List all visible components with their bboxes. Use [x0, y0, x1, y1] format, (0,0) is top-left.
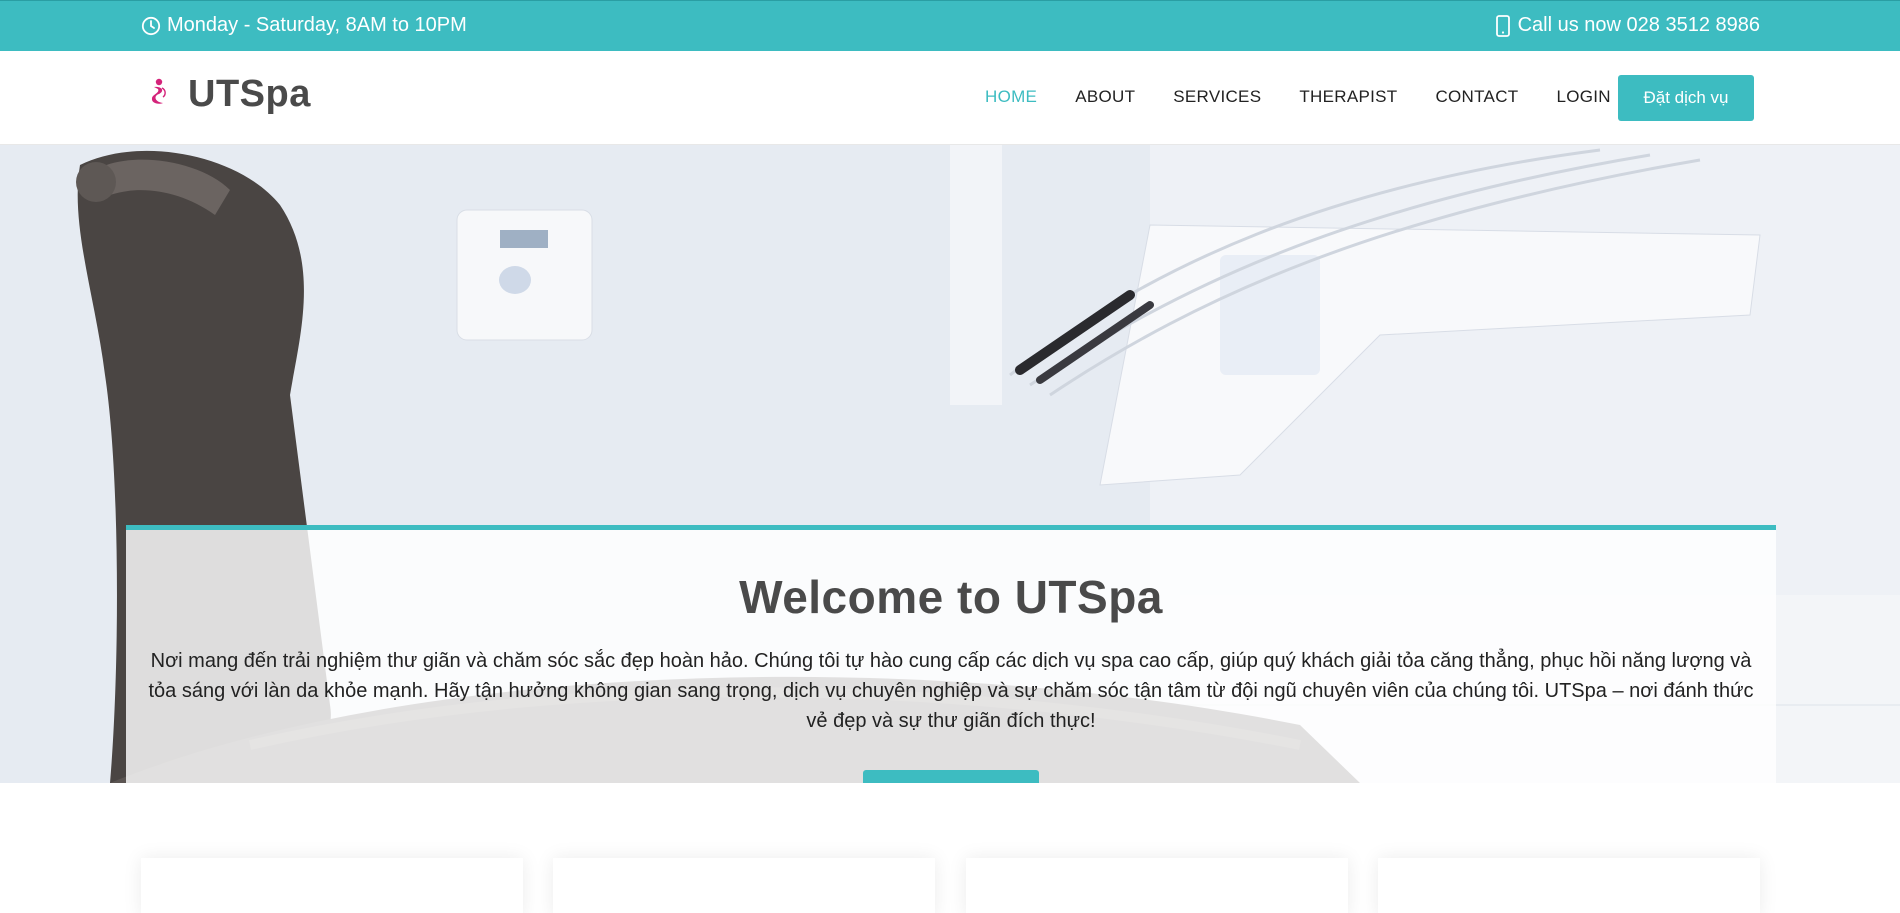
service-card[interactable] [966, 858, 1348, 913]
top-info-bar: Monday - Saturday, 8AM to 10PM Call us n… [0, 0, 1900, 51]
site-header: UTSpa HOME ABOUT SERVICES THERAPIST CONT… [0, 51, 1900, 145]
phone-icon [1495, 14, 1510, 37]
opening-hours: Monday - Saturday, 8AM to 10PM [141, 14, 467, 37]
service-card[interactable] [553, 858, 935, 913]
spa-logo-icon [148, 77, 170, 112]
service-cards-section [0, 783, 1900, 913]
opening-hours-text: Monday - Saturday, 8AM to 10PM [167, 14, 467, 36]
phone-contact[interactable]: Call us now 028 3512 8986 [1495, 14, 1760, 37]
clock-icon [141, 16, 161, 36]
nav-therapist[interactable]: THERAPIST [1299, 87, 1397, 107]
brand-logo[interactable]: UTSpa [148, 73, 311, 116]
hero-section: Welcome to UTSpa Nơi mang đến trải nghiệ… [0, 145, 1900, 783]
main-nav: HOME ABOUT SERVICES THERAPIST CONTACT LO… [985, 87, 1611, 107]
service-card[interactable] [141, 858, 523, 913]
read-more-button[interactable]: Read More [863, 770, 1039, 783]
book-service-button[interactable]: Đặt dịch vụ [1618, 75, 1754, 121]
nav-contact[interactable]: CONTACT [1435, 87, 1518, 107]
brand-name: UTSpa [188, 73, 311, 115]
nav-services[interactable]: SERVICES [1173, 87, 1261, 107]
nav-login[interactable]: LOGIN [1556, 87, 1610, 107]
welcome-card: Welcome to UTSpa Nơi mang đến trải nghiệ… [126, 525, 1776, 783]
welcome-title: Welcome to UTSpa [739, 571, 1163, 623]
service-card[interactable] [1378, 858, 1760, 913]
nav-home[interactable]: HOME [985, 87, 1037, 107]
nav-about[interactable]: ABOUT [1075, 87, 1135, 107]
welcome-description: Nơi mang đến trải nghiệm thư giãn và chă… [148, 650, 1754, 732]
phone-text: Call us now 028 3512 8986 [1517, 14, 1760, 36]
